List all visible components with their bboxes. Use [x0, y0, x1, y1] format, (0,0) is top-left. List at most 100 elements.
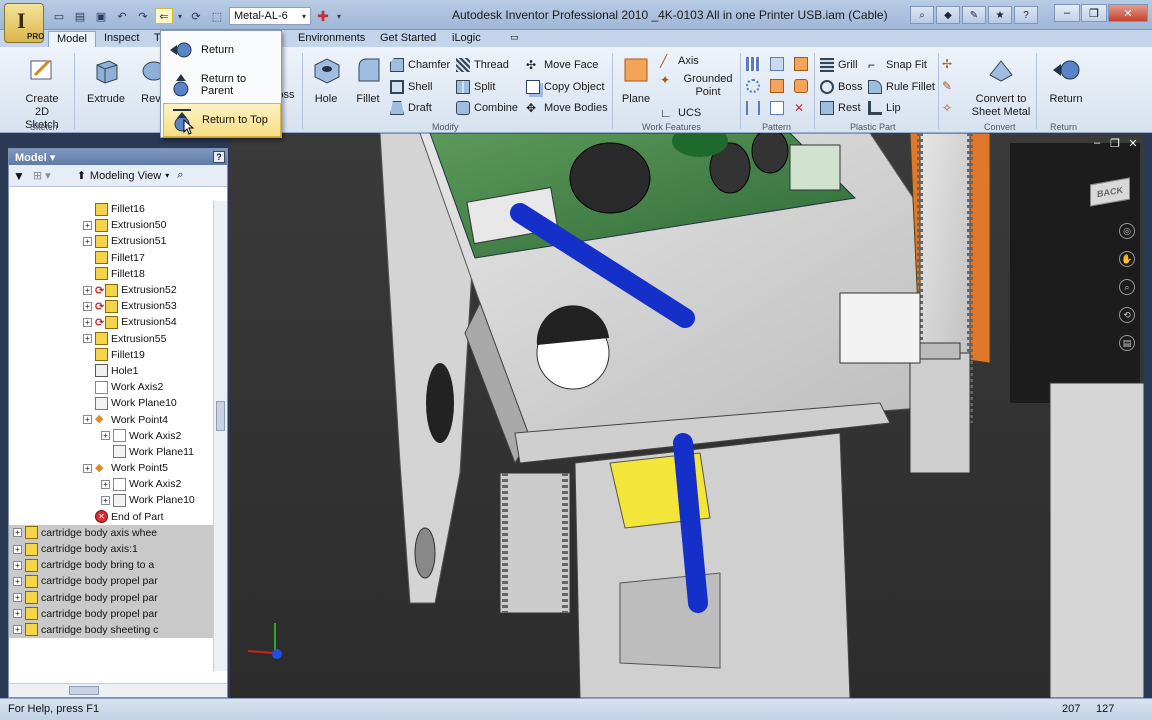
tree-item[interactable]: +Fillet18 — [9, 266, 213, 282]
tree-expander[interactable]: + — [83, 415, 92, 425]
tree-item[interactable]: +Fillet17 — [9, 250, 213, 266]
tree-expander[interactable]: + — [13, 609, 22, 619]
look-at-icon[interactable]: ▤ — [1119, 335, 1135, 351]
decal-button[interactable]: ✧ — [942, 99, 956, 117]
tree-expander[interactable]: + — [83, 220, 92, 230]
rest-button[interactable]: Rest — [820, 99, 861, 117]
horizontal-scrollbar[interactable] — [9, 683, 227, 697]
tree-expander[interactable]: + — [13, 593, 22, 603]
filter-icon[interactable]: ▼ — [13, 169, 25, 183]
vertical-scrollbar[interactable] — [213, 201, 227, 671]
new-icon[interactable]: ▭ — [50, 8, 68, 24]
subscription-icon[interactable]: ◆ — [936, 6, 960, 24]
rectangular-pattern-button[interactable] — [746, 55, 760, 73]
fillet-button[interactable]: Fillet — [344, 55, 392, 106]
tree-item[interactable]: + Extrusion51 — [9, 233, 213, 249]
dropdown-arrow-icon[interactable]: ▾ — [335, 8, 343, 24]
tree-item[interactable]: +Work Axis2 — [9, 428, 213, 444]
help-icon[interactable]: ? — [1014, 6, 1038, 24]
tree-item[interactable]: + cartridge body axis whee — [9, 524, 213, 541]
combine-button[interactable]: Combine — [456, 99, 518, 117]
hole-button[interactable]: Hole — [302, 55, 350, 106]
chamfer-button[interactable]: Chamfer — [390, 56, 450, 74]
snap-fit-button[interactable]: ⌐ Snap Fit — [868, 56, 927, 74]
tree-item[interactable]: + cartridge body sheeting c — [9, 621, 213, 639]
close-button[interactable]: ✕ — [1108, 4, 1148, 22]
mirror-button[interactable] — [746, 99, 760, 117]
extrude-button[interactable]: Extrude — [82, 55, 130, 106]
browser-title[interactable]: Model ▾ — [15, 151, 55, 164]
application-menu-button[interactable]: I PRO — [4, 3, 44, 43]
axis-button[interactable]: ╱ Axis — [660, 52, 699, 70]
stitch-button[interactable] — [770, 77, 784, 95]
material-combo[interactable]: Metal-AL-6 ▾ — [229, 7, 311, 25]
scrollbar-thumb[interactable] — [216, 401, 225, 431]
freeform-button[interactable]: ✢ — [942, 55, 956, 73]
tree-expander[interactable]: + — [101, 431, 110, 441]
open-icon[interactable]: ▤ — [71, 8, 89, 24]
return-button[interactable]: Return — [1042, 55, 1090, 106]
tools-icon[interactable]: ✎ — [962, 6, 986, 24]
tree-item[interactable]: + Work Plane10 — [9, 492, 213, 508]
tree-item[interactable]: + Extrusion50 — [9, 217, 213, 233]
delete-face-button[interactable] — [770, 99, 784, 117]
rule-fillet-button[interactable]: Rule Fillet — [868, 78, 935, 96]
tab-model[interactable]: Model — [48, 31, 96, 47]
tree-item[interactable]: +Fillet19 — [9, 347, 213, 363]
tree-item[interactable]: + Extrusion55 — [9, 331, 213, 347]
tree-expander[interactable]: + — [83, 285, 92, 295]
tree-expander[interactable]: + — [13, 544, 22, 554]
pan-icon[interactable]: ✋ — [1119, 251, 1135, 267]
tree-item[interactable]: + ◆ Work Point4 — [9, 411, 213, 427]
scrollbar-thumb[interactable] — [69, 686, 99, 695]
viewcube[interactable]: BACK — [1086, 173, 1136, 213]
move-face-button[interactable]: ✣ Move Face — [526, 56, 598, 74]
tab-get-started[interactable]: Get Started — [372, 31, 444, 47]
update-icon[interactable]: ⟳ — [187, 8, 205, 24]
plane-button[interactable]: Plane — [612, 55, 660, 106]
tree-item[interactable]: + ⟳ Extrusion54 — [9, 314, 213, 330]
tree-item[interactable]: +Work Axis2 — [9, 379, 213, 395]
tree-item[interactable]: + cartridge body propel par — [9, 589, 213, 606]
grounded-point-button[interactable]: ✦ Grounded Point — [660, 73, 738, 101]
move-bodies-button[interactable]: ✥ Move Bodies — [526, 99, 608, 117]
tree-expander[interactable]: + — [83, 334, 92, 344]
viewcube-face[interactable]: BACK — [1090, 177, 1130, 207]
tab-environments[interactable]: Environments — [290, 31, 373, 47]
tree-item[interactable]: + ◆ Work Point5 — [9, 460, 213, 476]
tree-expander[interactable]: + — [83, 301, 92, 311]
tree-expander[interactable]: + — [13, 560, 22, 570]
tree-expander[interactable]: + — [13, 576, 22, 586]
boss-button[interactable]: Boss — [820, 78, 862, 96]
tree-item[interactable]: +Work Plane11 — [9, 444, 213, 460]
tab-inspect[interactable]: Inspect — [96, 31, 147, 47]
graphics-viewport[interactable]: – ❐ ✕ BACK ◎ ✋ ⌕ ⟲ ▤ — [230, 133, 1144, 698]
menu-item-return[interactable]: Return — [163, 33, 281, 67]
grill-button[interactable]: Grill — [820, 56, 858, 74]
binoculars-icon[interactable]: ⌕ — [910, 6, 934, 24]
patch-button[interactable] — [794, 55, 808, 73]
sculpt-button[interactable] — [794, 77, 808, 95]
convert-to-sheet-metal-button[interactable]: Convert to Sheet Metal — [970, 55, 1032, 119]
tree-item[interactable]: + ⟳ Extrusion53 — [9, 298, 213, 314]
tree-item[interactable]: + ⟳ Extrusion52 — [9, 282, 213, 298]
tree-item[interactable]: +Hole1 — [9, 363, 213, 379]
redo-icon[interactable]: ↷ — [134, 8, 152, 24]
delete-button[interactable]: ✕ — [794, 99, 808, 117]
tree-expander[interactable]: + — [83, 463, 92, 473]
tree-expander[interactable]: + — [101, 495, 110, 505]
thread-button[interactable]: Thread — [456, 56, 509, 74]
find-icon[interactable]: ⊞ ▾ — [33, 169, 51, 182]
zoom-icon[interactable]: ⌕ — [1119, 279, 1135, 295]
draft-button[interactable]: Draft — [390, 99, 432, 117]
lip-button[interactable]: Lip — [868, 99, 901, 117]
menu-item-return-to-parent[interactable]: Return to Parent — [163, 68, 281, 102]
minimize-button[interactable]: – — [1054, 4, 1080, 22]
viewport-minimize-button[interactable]: – — [1090, 137, 1104, 150]
menu-item-return-to-top[interactable]: Return to Top — [163, 103, 281, 137]
split-button[interactable]: Split — [456, 78, 495, 96]
tree-expander[interactable]: + — [83, 317, 92, 327]
binoculars-icon[interactable]: ⌕ — [177, 169, 183, 182]
derive-button[interactable] — [770, 55, 784, 73]
viewport-restore-button[interactable]: ❐ — [1108, 137, 1122, 150]
